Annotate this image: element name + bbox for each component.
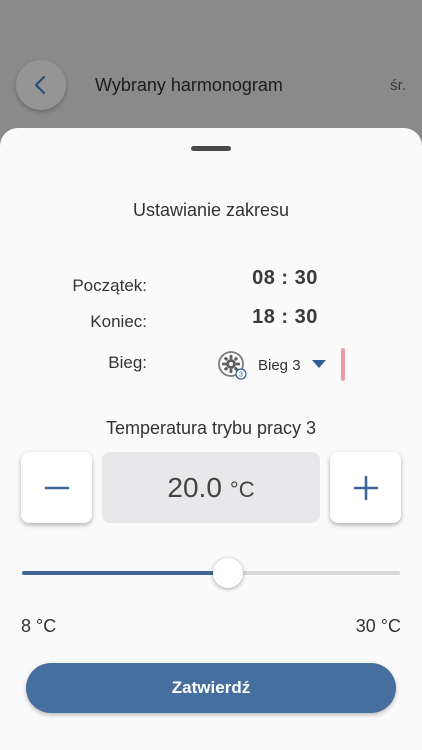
page-title: Wybrany harmonogram [95,75,283,95]
temperature-unit: °C [229,476,255,502]
sheet-title: Ustawianie zakresu [132,200,290,220]
temperature-title: Temperatura trybu pracy 3 [105,418,317,438]
caret-down-icon[interactable] [312,360,326,368]
end-time-value[interactable]: 18 : 30 [215,306,355,329]
range-min-label: 8 °C [21,616,57,636]
chevron-left-icon [34,75,46,95]
temperature-value: 20.0 [167,471,222,503]
slider-fill [22,571,228,575]
range-max-label: 30 °C [355,616,401,636]
schedule-header: Wybrany harmonogram śr. [0,0,422,140]
start-time-value[interactable]: 08 : 30 [215,267,355,290]
gear-dropdown[interactable]: Bieg 3 [258,357,301,374]
sheet-drag-handle[interactable] [191,146,231,151]
fan-gear-icon: 3 [217,350,247,380]
end-label: Koniec: [90,312,147,331]
confirm-button[interactable]: Zatwierdź [26,663,396,713]
gear-color-indicator [341,348,345,381]
slider-thumb[interactable] [213,558,243,588]
range-bottom-sheet: Ustawianie zakresu Początek: 08 : 30 Kon… [0,128,422,750]
increase-temperature-button[interactable] [330,452,401,523]
plus-icon [353,475,378,500]
back-button[interactable] [16,60,66,110]
gear-badge: 3 [239,372,243,379]
gear-label: Bieg: [108,353,147,372]
minus-icon [44,486,69,489]
day-label: śr. [390,77,406,94]
temperature-display: 20.0 °C [102,452,320,523]
start-label: Początek: [72,276,147,295]
temperature-slider[interactable] [22,558,400,588]
decrease-temperature-button[interactable] [21,452,92,523]
